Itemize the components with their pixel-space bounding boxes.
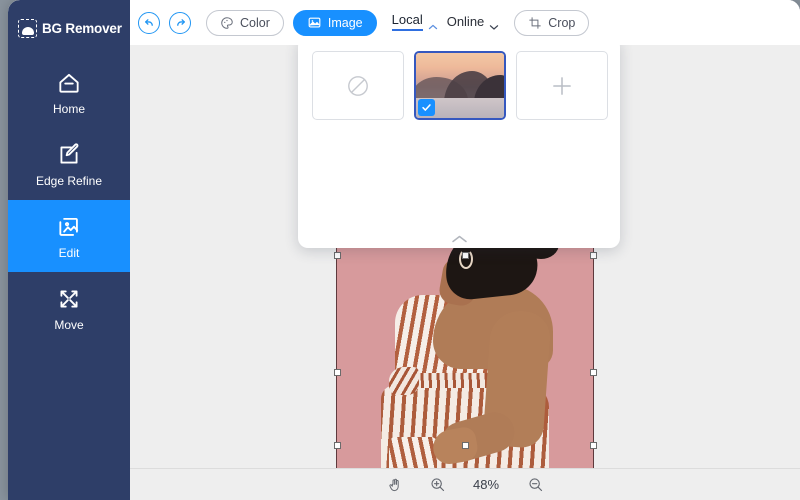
sidebar: BG Remover Home Edge Refine Edit Move [8, 0, 130, 500]
undo-button[interactable] [138, 11, 160, 34]
image-button[interactable]: Image [292, 9, 377, 36]
tab-local-label: Local [391, 12, 423, 31]
tab-local[interactable]: Local [391, 12, 438, 33]
hand-icon [387, 477, 403, 493]
subject-photo [337, 233, 593, 468]
statusbar: 48% [130, 468, 800, 500]
selection-handle-top-left[interactable] [333, 251, 341, 259]
image-button-label: Image [327, 15, 363, 30]
sidebar-item-label: Edit [58, 245, 80, 260]
belt-bow [389, 367, 419, 395]
zoom-out-icon [527, 476, 544, 493]
sidebar-item-label: Edge Refine [35, 173, 103, 188]
app-brand: BG Remover [8, 0, 130, 44]
tab-online-label: Online [446, 14, 485, 29]
color-button-label: Color [240, 15, 270, 30]
crop-button-label: Crop [548, 15, 576, 30]
picture-icon [307, 15, 322, 30]
check-icon [418, 99, 435, 116]
background-tile-none[interactable] [312, 51, 404, 120]
zoom-in-button[interactable] [427, 475, 447, 495]
color-button[interactable]: Color [206, 9, 284, 36]
crop-icon [528, 16, 542, 30]
selection-handle-top-right[interactable] [589, 251, 597, 259]
hand-tool-button[interactable] [385, 475, 405, 495]
edit-image-icon [56, 214, 82, 240]
palette-icon [220, 16, 234, 30]
dress-pocket [389, 437, 437, 468]
zoom-level-label: 48% [472, 477, 500, 492]
sidebar-item-label: Home [52, 101, 85, 116]
selection-handle-bottom-left[interactable] [333, 441, 341, 449]
panel-collapse-button[interactable] [298, 234, 620, 244]
sidebar-item-edge-refine[interactable]: Edge Refine [8, 128, 130, 200]
background-tile-sunset-lake[interactable] [414, 51, 506, 120]
zoom-out-button[interactable] [525, 475, 545, 495]
chevron-up-icon [451, 234, 468, 244]
plus-icon [549, 73, 575, 99]
selection-handle-middle-right[interactable] [589, 369, 597, 376]
sidebar-item-move[interactable]: Move [8, 272, 130, 344]
background-tile-add[interactable] [516, 51, 608, 120]
crop-button[interactable]: Crop [514, 9, 590, 36]
background-picker-panel [298, 45, 620, 248]
sidebar-item-label: Move [54, 317, 84, 332]
canvas-area[interactable] [130, 45, 800, 468]
window-shell: BG Remover Home Edge Refine Edit Move Co… [8, 0, 800, 500]
undo-arrow-icon [143, 16, 156, 29]
zoom-in-icon [429, 476, 446, 493]
background-tile-list [312, 51, 608, 120]
image-cloud-icon [18, 19, 37, 38]
selection-handle-bottom-right[interactable] [589, 441, 597, 449]
edge-refine-icon [56, 142, 82, 168]
no-background-icon [345, 73, 371, 99]
redo-button[interactable] [169, 11, 191, 34]
main-area: Color Image Local Online Crop 48% [130, 0, 800, 500]
sidebar-item-edit[interactable]: Edit [8, 200, 130, 272]
redo-arrow-icon [174, 16, 187, 29]
artboard[interactable] [336, 232, 594, 468]
app-title: BG Remover [42, 21, 122, 36]
tab-online[interactable]: Online [447, 14, 500, 31]
selection-handle-top-center[interactable] [461, 251, 469, 259]
home-icon [56, 70, 82, 96]
selection-handle-middle-left[interactable] [333, 369, 341, 376]
sidebar-item-home[interactable]: Home [8, 56, 130, 128]
chevron-down-icon [489, 18, 499, 30]
sidebar-nav: Home Edge Refine Edit Move [8, 56, 130, 344]
toolbar: Color Image Local Online Crop [130, 0, 800, 45]
selection-handle-bottom-center[interactable] [461, 441, 469, 449]
move-arrows-icon [56, 286, 82, 312]
app-window: BG Remover Home Edge Refine Edit Move Co… [0, 0, 800, 500]
chevron-up-icon [428, 18, 438, 29]
